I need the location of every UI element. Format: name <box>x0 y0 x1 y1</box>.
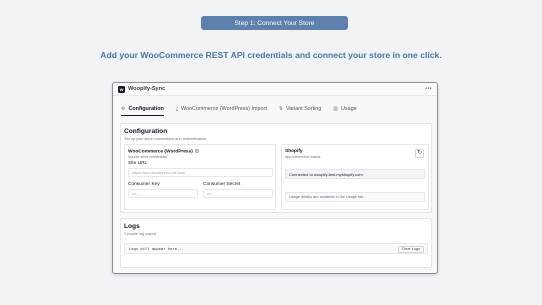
download-icon: ⤓ <box>175 106 179 112</box>
logs-title: Logs <box>124 223 140 230</box>
configuration-card: Configuration Set up your store connecti… <box>120 123 432 213</box>
configuration-subtitle: Set up your store connections and authen… <box>124 137 208 141</box>
shopify-title: Shopify <box>285 149 303 154</box>
chart-icon: ▥ <box>333 106 339 112</box>
tab-woocommerce-import[interactable]: ⤓ WooCommerce (WordPress) Import <box>176 103 267 115</box>
shopify-subtitle: App connection status <box>285 155 321 159</box>
app-title: Woopify-Sync <box>128 86 166 92</box>
tab-usage[interactable]: ▥ Usage <box>333 103 356 115</box>
clear-logs-button[interactable]: Clear Logs <box>397 245 424 253</box>
consumer-secret-input[interactable]: cs_... <box>203 189 273 198</box>
site-url-input[interactable]: https://your-wordpress-site.com <box>128 168 273 177</box>
woocommerce-panel: WooCommerce (WordPress) i Source store cr… <box>124 144 276 210</box>
consumer-key-label: Consumer Key <box>128 182 160 187</box>
gear-icon: ⚙ <box>121 105 126 112</box>
tab-label: Variant Sorting <box>286 106 322 112</box>
logs-subtitle: Console log output <box>124 232 156 236</box>
step-indicator: Step 1: Connect Your Store <box>201 16 348 30</box>
tab-configuration[interactable]: ⚙ Configuration <box>121 103 164 116</box>
tab-variant-sorting[interactable]: ⇅ Variant Sorting <box>279 103 321 115</box>
tab-label: WooCommerce (WordPress) Import <box>181 106 267 112</box>
shopify-panel: Shopify App connection status ↻ Connecte… <box>281 144 429 210</box>
more-options-icon[interactable]: ••• <box>425 86 432 92</box>
app-logo-icon: W <box>118 85 125 93</box>
tab-label: Usage <box>341 106 357 112</box>
tab-bar: ⚙ Configuration ⤓ WooCommerce (WordPress… <box>113 101 437 117</box>
configuration-title: Configuration <box>124 128 168 135</box>
shopify-status: Connected to woopify-test.myshopify.com <box>285 169 425 179</box>
app-window: W Woopify-Sync ••• ⚙ Configuration ⤓ Woo… <box>112 82 438 274</box>
consumer-secret-label: Consumer Secret <box>203 182 241 187</box>
consumer-key-input[interactable]: ck_... <box>128 189 198 198</box>
tab-label: Configuration <box>128 105 164 112</box>
logs-card: Logs Console log output Logs will appear… <box>120 218 432 268</box>
page-headline: Add your WooCommerce REST API credential… <box>100 50 442 60</box>
log-output[interactable]: Logs will appear here... Clear Logs <box>124 243 428 254</box>
woocommerce-title: WooCommerce (WordPress) i <box>128 149 199 155</box>
woocommerce-subtitle: Source store credentials <box>128 155 167 159</box>
app-titlebar: W Woopify-Sync ••• <box>113 83 437 96</box>
sort-icon: ⇅ <box>278 106 284 112</box>
usage-note: Usage details are available in the Usage… <box>285 192 425 202</box>
log-placeholder: Logs will appear here... <box>129 246 184 251</box>
refresh-icon[interactable]: ↻ <box>415 149 424 158</box>
site-url-label: Site URL <box>128 161 148 166</box>
info-icon[interactable]: i <box>194 149 199 153</box>
